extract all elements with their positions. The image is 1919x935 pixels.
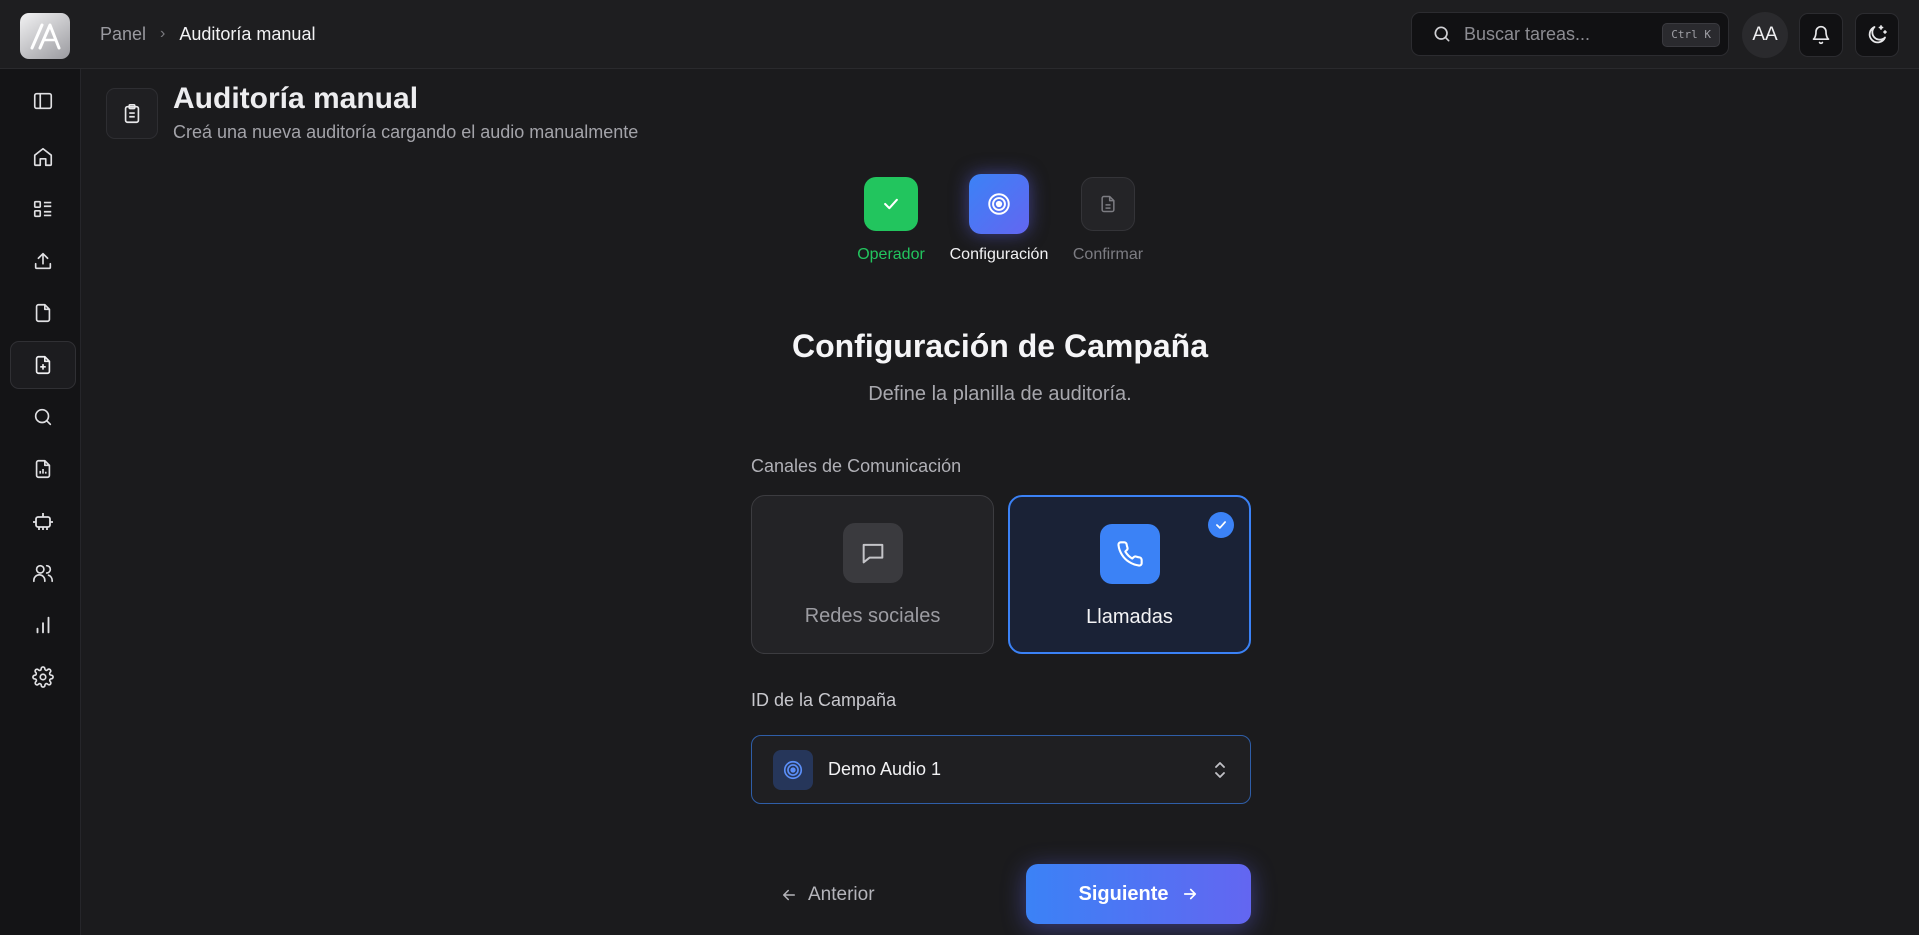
- breadcrumb-panel[interactable]: Panel: [100, 24, 146, 45]
- back-label: Anterior: [808, 884, 875, 905]
- list-grid-icon: [32, 198, 54, 220]
- back-button[interactable]: Anterior: [780, 880, 875, 910]
- campaign-id-select[interactable]: Demo Audio 1: [751, 735, 1251, 804]
- campaign-id-value: Demo Audio 1: [828, 759, 942, 779]
- check-icon: [1208, 512, 1234, 538]
- check-icon: [864, 177, 918, 231]
- sidebar-toggle-icon: [32, 90, 54, 112]
- chevron-right-icon: ›: [160, 25, 166, 42]
- channel-label: Llamadas: [1086, 606, 1173, 628]
- next-button[interactable]: Siguiente: [1026, 864, 1251, 924]
- target-icon: [969, 174, 1029, 234]
- sidebar: [0, 69, 81, 935]
- sidebar-item-search[interactable]: [10, 393, 76, 441]
- gear-icon: [32, 666, 54, 688]
- step-configuracion[interactable]: Configuración: [939, 174, 1059, 264]
- file-plus-icon: [32, 354, 54, 376]
- search-icon: [32, 406, 54, 428]
- sidebar-item-dashboard[interactable]: [10, 185, 76, 233]
- next-label: Siguiente: [1078, 882, 1169, 905]
- breadcrumb-current: Auditoría manual: [179, 23, 316, 44]
- search-icon: [1432, 24, 1452, 44]
- step-confirmar[interactable]: Confirmar: [1048, 177, 1168, 264]
- upload-icon: [32, 250, 54, 272]
- bot-icon: [31, 509, 55, 533]
- step-label: Configuración: [949, 246, 1049, 263]
- sidebar-item-users[interactable]: [10, 549, 76, 597]
- app-logo-icon[interactable]: [20, 13, 70, 59]
- bar-chart-icon: [32, 614, 54, 636]
- sidebar-item-reports[interactable]: [10, 445, 76, 493]
- file-icon: [32, 302, 54, 324]
- chevron-up-down-icon: [1212, 760, 1228, 780]
- search-input[interactable]: Buscar tareas... Ctrl K: [1411, 12, 1729, 56]
- file-chart-icon: [32, 458, 54, 480]
- top-bar: Panel › Auditoría manual Buscar tareas..…: [0, 0, 1919, 69]
- target-icon: [773, 749, 813, 790]
- bell-icon: [1811, 25, 1831, 45]
- users-icon: [32, 562, 54, 584]
- form-title: Configuración de Campaña: [791, 328, 1209, 364]
- breadcrumb: Panel › Auditoría manual: [100, 23, 315, 45]
- campaign-id-label: ID de la Campaña: [751, 690, 897, 710]
- step-label: Operador: [857, 246, 925, 263]
- sidebar-item-new-audit[interactable]: [10, 341, 76, 389]
- sidebar-item-analytics[interactable]: [10, 601, 76, 649]
- page-title: Auditoría manual: [173, 82, 419, 115]
- channel-option-calls[interactable]: Llamadas: [1008, 495, 1251, 654]
- search-placeholder: Buscar tareas...: [1464, 23, 1591, 44]
- chat-bubble-icon: [842, 523, 903, 583]
- avatar[interactable]: AA: [1742, 12, 1788, 58]
- channel-label: Redes sociales: [804, 605, 941, 627]
- phone-icon: [1099, 524, 1160, 584]
- home-icon: [32, 146, 54, 168]
- form-subtitle: Define la planilla de auditoría.: [868, 383, 1132, 405]
- moon-stars-icon: [1865, 23, 1889, 47]
- search-shortcut: Ctrl K: [1662, 23, 1720, 47]
- step-label: Confirmar: [1072, 246, 1144, 263]
- theme-toggle-button[interactable]: [1855, 13, 1899, 57]
- sidebar-item-home[interactable]: [10, 133, 76, 181]
- sidebar-toggle-button[interactable]: [10, 77, 76, 125]
- sidebar-item-upload[interactable]: [10, 237, 76, 285]
- arrow-left-icon: [780, 886, 798, 904]
- clipboard-icon: [106, 88, 158, 139]
- sidebar-item-robot[interactable]: [10, 497, 76, 545]
- page-subtitle: Creá una nueva auditoría cargando el aud…: [173, 122, 639, 142]
- notifications-button[interactable]: [1799, 13, 1843, 57]
- document-icon: [1081, 177, 1135, 231]
- sidebar-item-settings[interactable]: [10, 653, 76, 701]
- channel-option-social[interactable]: Redes sociales: [751, 495, 994, 654]
- sidebar-item-documents[interactable]: [10, 289, 76, 337]
- channels-label: Canales de Comunicación: [751, 456, 962, 476]
- step-operador[interactable]: Operador: [831, 177, 951, 264]
- arrow-right-icon: [1181, 885, 1199, 903]
